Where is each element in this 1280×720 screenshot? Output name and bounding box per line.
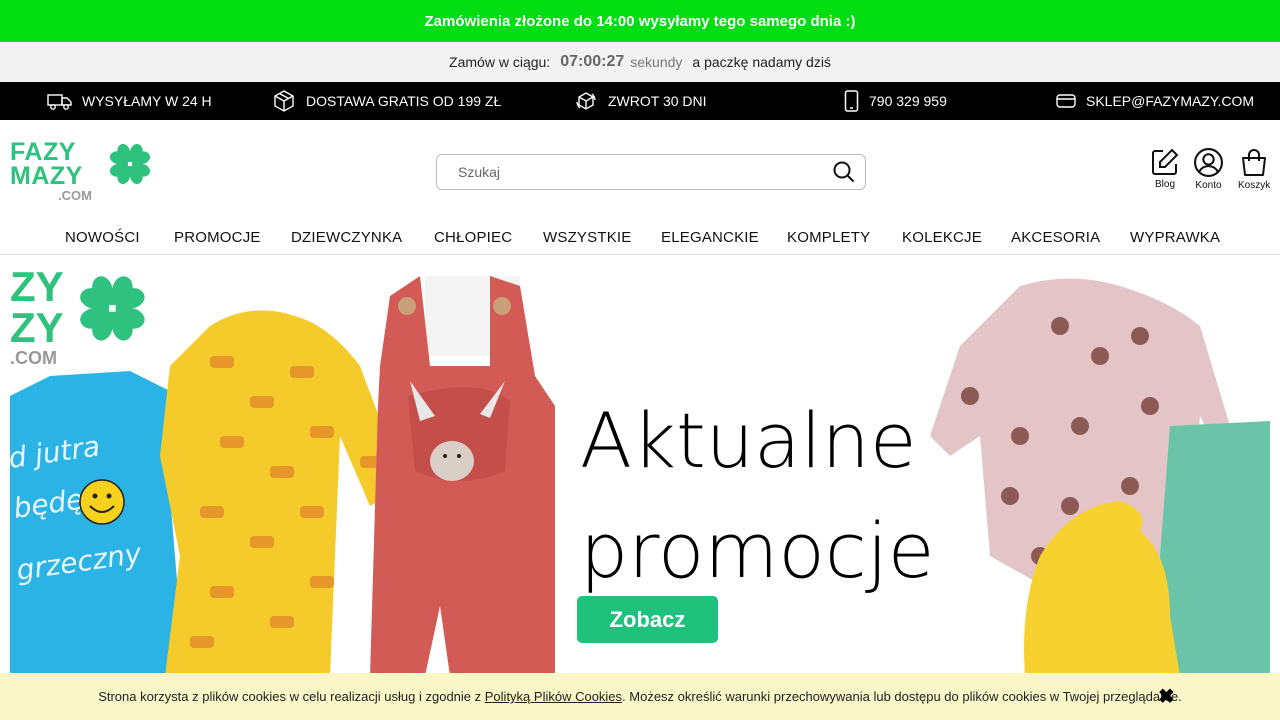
hero-banner[interactable]: ZY ZY .COM d jutra będę grzeczny Aktualn… [10, 256, 1270, 676]
banner-logo-line2: ZY [10, 304, 64, 351]
search-box [436, 154, 866, 190]
banner-logo-tld: .COM [10, 348, 57, 368]
nav-item-eleganckie[interactable]: ELEGANCKIE [661, 229, 759, 246]
countdown-time: 07:00:27 [560, 53, 625, 70]
yellow-romper-image [160, 310, 405, 676]
phone-icon [844, 90, 859, 112]
shipping-banner: Zamówienia złożone do 14:00 wysyłamy teg… [0, 0, 1280, 42]
countdown-unit: sekundy [630, 54, 683, 70]
info-label-shipping: WYSYŁAMY W 24 H [82, 93, 212, 109]
info-bar: WYSYŁAMY W 24 H DOSTAWA GRATIS OD 199 ZŁ… [0, 82, 1280, 120]
search-input[interactable] [458, 164, 833, 180]
nav-item-akcesoria[interactable]: AKCESORIA [1011, 229, 1100, 246]
return-icon [576, 92, 596, 110]
close-icon[interactable]: ✖ [1158, 687, 1175, 707]
cookie-banner: Strona korzysta z plików cookies w celu … [0, 673, 1280, 720]
cart-label: Koszyk [1238, 180, 1271, 191]
account-icon [1194, 148, 1223, 177]
info-item-shipping: WYSYŁAMY W 24 H [47, 82, 212, 120]
red-dungarees-image [370, 276, 555, 676]
search-icon[interactable] [833, 161, 855, 183]
site-logo[interactable]: FAZY MAZY .COM [10, 140, 155, 225]
shipping-banner-text: Zamówienia złożone do 14:00 wysyłamy teg… [424, 12, 856, 30]
nav-item-kolekcje[interactable]: KOLEKCJE [902, 229, 982, 246]
account-label: Konto [1195, 180, 1222, 191]
truck-icon [47, 94, 72, 110]
nav-item-komplety[interactable]: KOMPLETY [787, 229, 870, 246]
info-label-email: SKLEP@FAZYMAZY.COM [1086, 93, 1254, 109]
account-link[interactable]: Konto [1193, 147, 1224, 191]
hero-title: Aktualne promocje [580, 386, 935, 606]
nav-item-chlopiec[interactable]: CHŁOPIEC [434, 229, 512, 246]
info-label-delivery: DOSTAWA GRATIS OD 199 ZŁ [306, 93, 502, 109]
blog-label: Blog [1154, 179, 1175, 190]
cart-icon [1242, 149, 1267, 176]
countdown-bar: Zamów w ciągu: 07:00:27 sekundy a paczkę… [0, 42, 1280, 82]
nav-item-wszystkie[interactable]: WSZYSTKIE [543, 229, 631, 246]
countdown-suffix: a paczkę nadamy dziś [692, 54, 831, 70]
site-header: FAZY MAZY .COM Blog Konto [0, 120, 1280, 225]
hero-cta-button[interactable]: Zobacz [577, 596, 718, 643]
nav-item-promocje[interactable]: PROMOCJE [174, 229, 261, 246]
hero-title-line2: promocje [580, 506, 935, 595]
info-item-email[interactable]: SKLEP@FAZYMAZY.COM [1056, 82, 1254, 120]
info-item-delivery: DOSTAWA GRATIS OD 199 ZŁ [272, 82, 501, 120]
cookie-text-before: Strona korzysta z plików cookies w celu … [98, 689, 482, 704]
nav-item-dziewczynka[interactable]: DZIEWCZYNKA [291, 229, 402, 246]
cookie-text-after: . Możesz określić warunki przechowywania… [622, 689, 1182, 704]
main-nav: NOWOŚCI PROMOCJE DZIEWCZYNKA CHŁOPIEC WS… [0, 225, 1280, 255]
info-item-phone[interactable]: 790 329 959 [844, 82, 947, 120]
clover-icon [109, 143, 151, 185]
blog-link[interactable]: Blog [1150, 147, 1180, 190]
logo-tld: .COM [58, 188, 92, 203]
info-label-phone: 790 329 959 [869, 93, 947, 109]
cookie-policy-link[interactable]: Polityką Plików Cookies [485, 689, 622, 704]
mail-icon [1056, 94, 1076, 108]
nav-item-nowosci[interactable]: NOWOŚCI [65, 229, 140, 246]
cart-link[interactable]: Koszyk [1238, 147, 1270, 191]
banner-logo-line1: ZY [10, 263, 64, 310]
cookie-text: Strona korzysta z plików cookies w celu … [98, 689, 1182, 704]
banner-logo: ZY ZY .COM [10, 263, 145, 368]
blog-icon [1152, 148, 1179, 175]
box-icon [274, 90, 294, 112]
info-label-return: ZWROT 30 DNI [608, 93, 707, 109]
nav-item-wyprawka[interactable]: WYPRAWKA [1130, 229, 1220, 246]
countdown-prefix: Zamów w ciągu: [449, 54, 551, 70]
hero-title-line1: Aktualne [580, 396, 917, 485]
info-item-return: ZWROT 30 DNI [574, 82, 707, 120]
